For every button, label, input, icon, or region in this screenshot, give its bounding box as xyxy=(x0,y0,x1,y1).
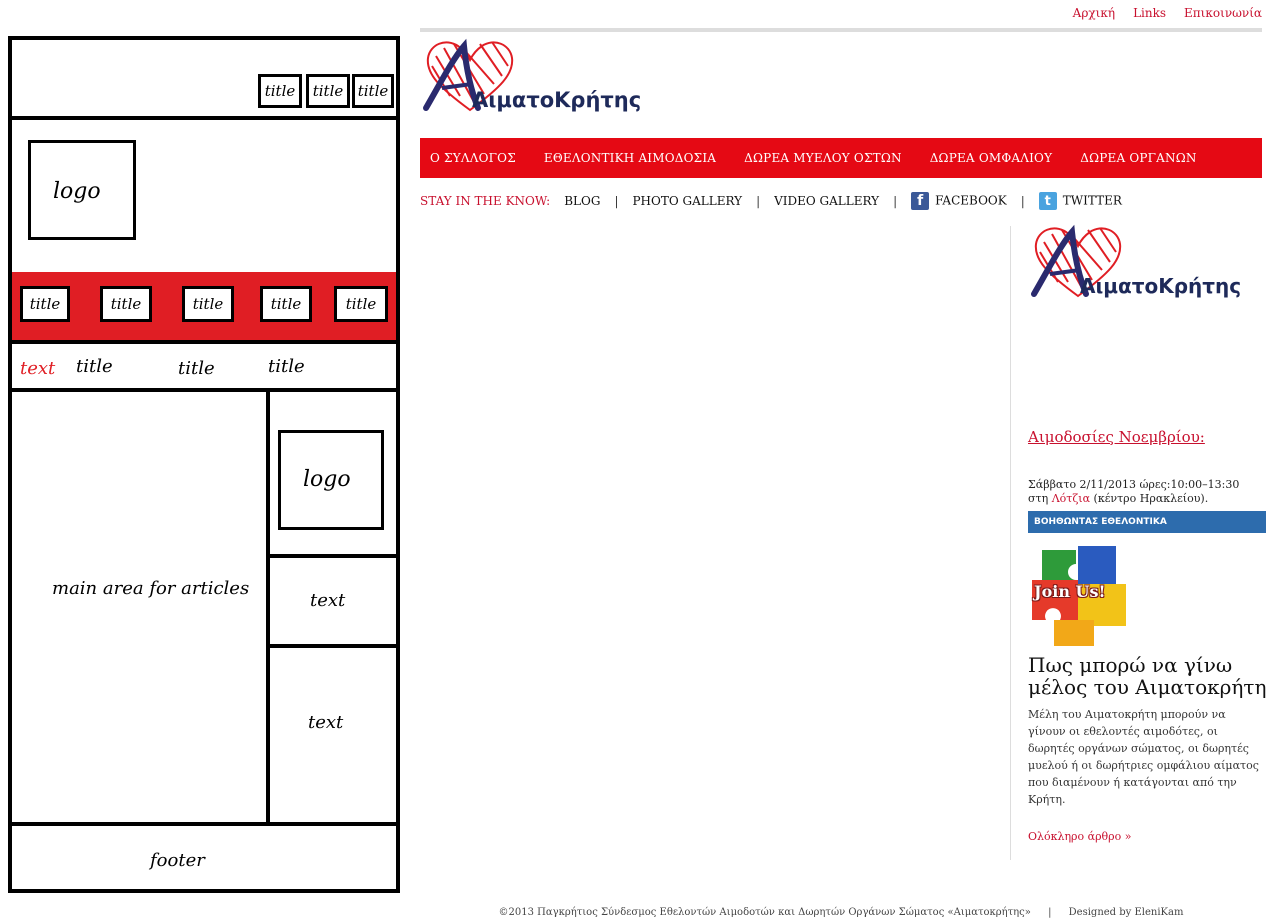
wf-nav-title-1: title xyxy=(20,286,70,322)
sub-sep: | xyxy=(614,194,619,208)
sub-sep: | xyxy=(1020,194,1025,208)
sub-link-facebook[interactable]: f FACEBOOK xyxy=(911,192,1007,210)
wf-logo-label: logo xyxy=(53,179,101,204)
sub-link-video-gallery[interactable]: VIDEO GALLERY xyxy=(774,194,879,208)
nav-item-blood-donation[interactable]: ΕΘΕΛΟΝΤΙΚΗ ΑΙΜΟΔΟΣΙΑ xyxy=(544,151,716,165)
wf-divider xyxy=(12,388,396,392)
site-footer: ©2013 Παγκρήτιος Σύνδεσμος Εθελοντών Αιμ… xyxy=(420,907,1262,918)
wf-sidebar-text-2: text xyxy=(308,712,344,733)
nav-item-association[interactable]: Ο ΣΥΛΛΟΓΟΣ xyxy=(430,151,516,165)
wf-divider xyxy=(268,644,396,648)
facebook-label: FACEBOOK xyxy=(935,193,1007,208)
footer-credit[interactable]: Designed by EleniKam xyxy=(1069,907,1184,918)
top-links: Αρχική Links Επικοινωνία xyxy=(1073,6,1262,20)
wf-nav-title-4: title xyxy=(260,286,312,322)
sidebar-donation-info: Σάββατο 2/11/2013 ώρες:10:00–13:30 στη Λ… xyxy=(1028,478,1266,506)
wf-subnav-title-2: title xyxy=(178,358,215,379)
join-us-puzzle-image[interactable]: Join Us! xyxy=(1028,540,1132,650)
wf-header-title-1: title xyxy=(258,74,302,108)
sidebar-info-line1: Σάββατο 2/11/2013 ώρες:10:00–13:30 xyxy=(1028,478,1240,491)
sidebar-logo-brand-text: ΑιματοΚρήτης xyxy=(1080,274,1242,298)
sidebar-heading[interactable]: Αιμοδοσίες Νοεμβρίου: xyxy=(1028,428,1205,446)
sidebar-divider xyxy=(1010,226,1011,860)
loggia-link[interactable]: Λότζια xyxy=(1052,492,1090,505)
stay-label: STAY IN THE KNOW: xyxy=(420,194,551,208)
wf-divider xyxy=(12,340,396,344)
sidebar-info-line2: στη Λότζια (κέντρο Ηρακλείου). xyxy=(1028,492,1209,505)
wf-header-title-3: title xyxy=(352,74,394,108)
sub-link-photo-gallery[interactable]: PHOTO GALLERY xyxy=(632,194,742,208)
sub-nav: STAY IN THE KNOW: BLOG | PHOTO GALLERY |… xyxy=(420,192,1122,210)
wf-footer-label: footer xyxy=(150,850,205,871)
footer-separator: | xyxy=(1048,907,1052,918)
wf-divider xyxy=(12,822,396,826)
sidebar-logo[interactable]: ΑιματοΚρήτης xyxy=(1028,222,1258,304)
top-link-links[interactable]: Links xyxy=(1133,6,1166,20)
wf-sidebar-column xyxy=(266,392,270,822)
twitter-label: TWITTER xyxy=(1062,193,1122,208)
twitter-icon: t xyxy=(1038,192,1057,210)
wf-subnav-title-1: title xyxy=(76,356,113,377)
wf-sidebar-logo-box: logo xyxy=(278,430,384,530)
site-logo[interactable]: ΑιματοΚρήτης xyxy=(420,36,642,116)
sidebar-article-title[interactable]: Πως μπορώ να γίνω μέλος του Αιματοκρήτη xyxy=(1028,654,1268,698)
wf-nav-title-3: title xyxy=(182,286,234,322)
main-nav: Ο ΣΥΛΛΟΓΟΣ ΕΘΕΛΟΝΤΙΚΗ ΑΙΜΟΔΟΣΙΑ ΔΩΡΕΑ ΜΥ… xyxy=(420,138,1262,178)
wf-subnav-text: text xyxy=(20,358,56,379)
wf-nav-title-5: title xyxy=(334,286,388,322)
wf-sidebar-text-1: text xyxy=(310,590,346,611)
join-us-text: Join Us! xyxy=(1034,582,1106,601)
top-link-contact[interactable]: Επικοινωνία xyxy=(1184,6,1262,20)
sub-sep: | xyxy=(893,194,898,208)
wf-divider xyxy=(12,116,396,120)
sub-sep: | xyxy=(756,194,761,208)
wf-header-title-2: title xyxy=(306,74,350,108)
sub-link-twitter[interactable]: t TWITTER xyxy=(1038,192,1122,210)
top-link-home[interactable]: Αρχική xyxy=(1073,6,1115,20)
sidebar-article-body: Μέλη του Αιματοκρήτη μπορούν να γίνουν ο… xyxy=(1028,708,1259,806)
top-rule xyxy=(420,28,1262,32)
facebook-icon: f xyxy=(911,192,930,210)
sub-link-blog[interactable]: BLOG xyxy=(564,194,600,208)
wireframe-sketch: title title title logo title title title… xyxy=(8,36,400,893)
wf-nav-band: title title title title title xyxy=(12,272,396,340)
wf-divider xyxy=(268,554,396,558)
nav-item-umbilical[interactable]: ΔΩΡΕΑ ΟΜΦΑΛΙΟΥ xyxy=(930,151,1053,165)
volunteer-bar: ΒΟΗΘΩΝΤΑΣ ΕΘΕΛΟΝΤΙΚΑ xyxy=(1028,511,1266,533)
wf-sidebar-logo-label: logo xyxy=(303,467,351,492)
nav-item-bone-marrow[interactable]: ΔΩΡΕΑ ΜΥΕΛΟΥ ΟΣΤΩΝ xyxy=(744,151,902,165)
nav-item-organs[interactable]: ΔΩΡΕΑ ΟΡΓΑΝΩΝ xyxy=(1080,151,1196,165)
wf-subnav-title-3: title xyxy=(268,356,305,377)
wf-nav-title-2: title xyxy=(100,286,152,322)
logo-brand-text: ΑιματοΚρήτης xyxy=(472,88,642,112)
footer-copyright: ©2013 Παγκρήτιος Σύνδεσμος Εθελοντών Αιμ… xyxy=(498,907,1031,918)
wf-main-area-label: main area for articles xyxy=(52,578,250,599)
read-more-link[interactable]: Ολόκληρο άρθρο » xyxy=(1028,830,1131,843)
wf-logo-box: logo xyxy=(28,140,136,240)
